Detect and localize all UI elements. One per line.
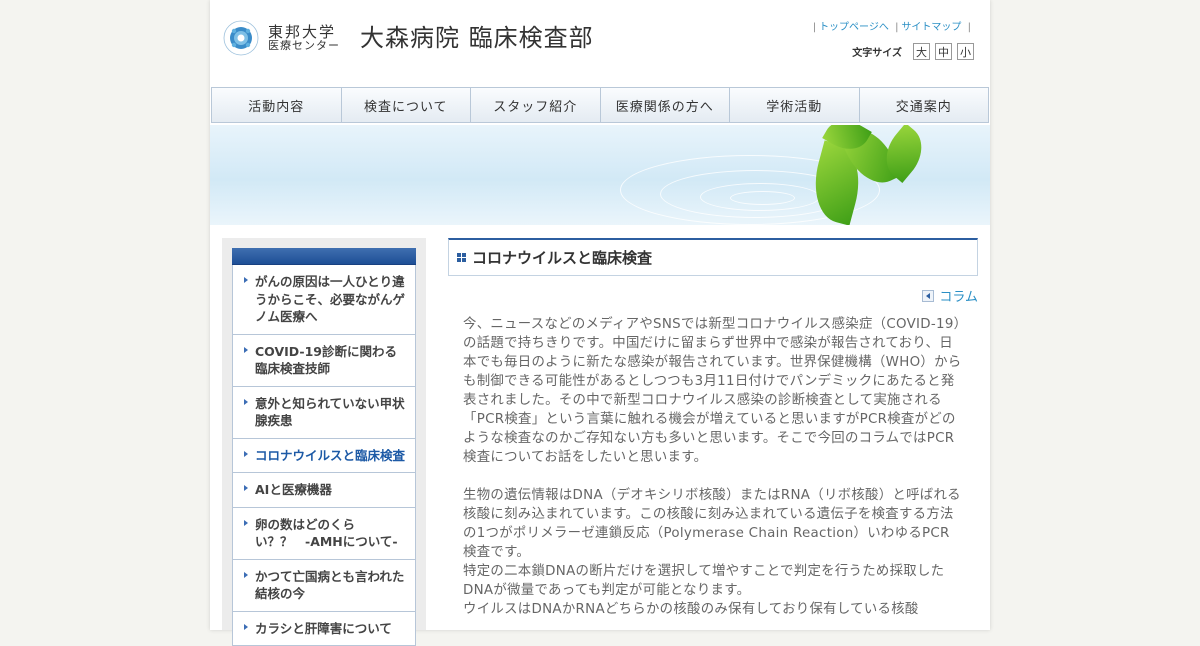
nav-access[interactable]: 交通案内: [860, 88, 989, 122]
arrow-icon: [244, 624, 248, 630]
logo-center: 医療センター: [268, 40, 340, 52]
arrow-icon: [244, 399, 248, 405]
sidebar-item-active[interactable]: コロナウイルスと臨床検査: [233, 439, 415, 474]
sidebar-item[interactable]: 卵の数はどのくらい？？ -AMHについて-: [233, 508, 415, 560]
category-label: コラム: [939, 286, 978, 305]
sidebar-item-label: 卵の数はどのくらい？？ -AMHについて-: [255, 517, 398, 550]
nav-staff[interactable]: スタッフ紹介: [471, 88, 601, 122]
arrow-icon: [244, 277, 248, 283]
page-container: 東邦大学 医療センター 大森病院 臨床検査部 |トップページへ |サイトマップ …: [210, 0, 990, 630]
arrow-icon: [244, 451, 248, 457]
logo[interactable]: 東邦大学 医療センター: [222, 18, 340, 58]
university-emblem-icon: [222, 18, 260, 58]
sidebar-item-label: かつて亡国病とも言われた結核の今: [255, 569, 404, 602]
font-size-large-button[interactable]: 大: [913, 43, 930, 60]
nav-medical-professionals[interactable]: 医療関係の方へ: [601, 88, 731, 122]
site-title[interactable]: 大森病院 臨床検査部: [360, 18, 594, 53]
nav-academic[interactable]: 学術活動: [730, 88, 860, 122]
article-paragraph: 今、ニュースなどのメディアやSNSでは新型コロナウイルス感染症（COVID-19…: [463, 315, 962, 467]
hero-banner: [210, 125, 990, 225]
nav-tests[interactable]: 検査について: [342, 88, 472, 122]
nav-activities[interactable]: 活動内容: [212, 88, 342, 122]
article-paragraph: 特定の二本鎖DNAの断片だけを選択して増やすことで判定を行うため採取したDNAが…: [463, 562, 962, 600]
arrow-icon: [244, 347, 248, 353]
article-paragraph: 生物の遺伝情報はDNA（デオキシリボ核酸）またはRNA（リボ核酸）と呼ばれる核酸…: [463, 486, 962, 562]
category-link[interactable]: コラム: [448, 286, 978, 305]
sidebar-item-label: がんの原因は一人ひとり違うからこそ、必要ながんゲノム医療へ: [255, 274, 405, 324]
article-title-bar: コロナウイルスと臨床検査: [448, 238, 978, 276]
arrow-icon: [244, 485, 248, 491]
arrow-icon: [244, 572, 248, 578]
main-nav: 活動内容 検査について スタッフ紹介 医療関係の方へ 学術活動 交通案内: [211, 87, 989, 123]
title-bullet-icon: [457, 253, 466, 262]
sidebar-item[interactable]: かつて亡国病とも言われた結核の今: [233, 560, 415, 612]
sidebar-item[interactable]: COVID-19診断に関わる臨床検査技師: [233, 335, 415, 387]
sidebar-item[interactable]: 意外と知られていない甲状腺疾患: [233, 387, 415, 439]
sidebar-item[interactable]: がんの原因は一人ひとり違うからこそ、必要ながんゲノム医療へ: [233, 265, 415, 335]
sidebar-item[interactable]: カラシと肝障害について: [233, 612, 415, 646]
sidebar-item-label: AIと医療機器: [255, 482, 332, 497]
back-arrow-icon: [922, 290, 934, 302]
sidebar-item-label: 意外と知られていない甲状腺疾患: [255, 396, 405, 429]
main-content: コロナウイルスと臨床検査 コラム 今、ニュースなどのメディアやSNSでは新型コロ…: [448, 238, 978, 619]
sidebar-item-label: カラシと肝障害について: [255, 621, 392, 636]
font-size-medium-button[interactable]: 中: [935, 43, 952, 60]
article-body: 今、ニュースなどのメディアやSNSでは新型コロナウイルス感染症（COVID-19…: [463, 315, 962, 619]
sitemap-link[interactable]: サイトマップ: [901, 22, 961, 33]
font-size-control: 文字サイズ 大 中 小: [852, 43, 974, 60]
sidebar-header: [232, 248, 416, 265]
top-links: |トップページへ |サイトマップ |: [810, 18, 974, 33]
article-paragraph: ウイルスはDNAかRNAどちらかの核酸のみ保有しており保有している核酸: [463, 600, 962, 619]
font-size-small-button[interactable]: 小: [957, 43, 974, 60]
font-size-label: 文字サイズ: [852, 44, 902, 59]
sidebar-list: がんの原因は一人ひとり違うからこそ、必要ながんゲノム医療へ COVID-19診断…: [232, 265, 416, 646]
top-page-link[interactable]: トップページへ: [819, 22, 889, 33]
sidebar-item-label: COVID-19診断に関わる臨床検査技師: [255, 344, 397, 377]
sidebar: がんの原因は一人ひとり違うからこそ、必要ながんゲノム医療へ COVID-19診断…: [222, 238, 426, 630]
logo-university: 東邦大学: [268, 24, 340, 41]
sidebar-item-label: コロナウイルスと臨床検査: [255, 448, 405, 463]
sidebar-item[interactable]: AIと医療機器: [233, 473, 415, 508]
article-title: コロナウイルスと臨床検査: [472, 247, 652, 268]
arrow-icon: [244, 520, 248, 526]
